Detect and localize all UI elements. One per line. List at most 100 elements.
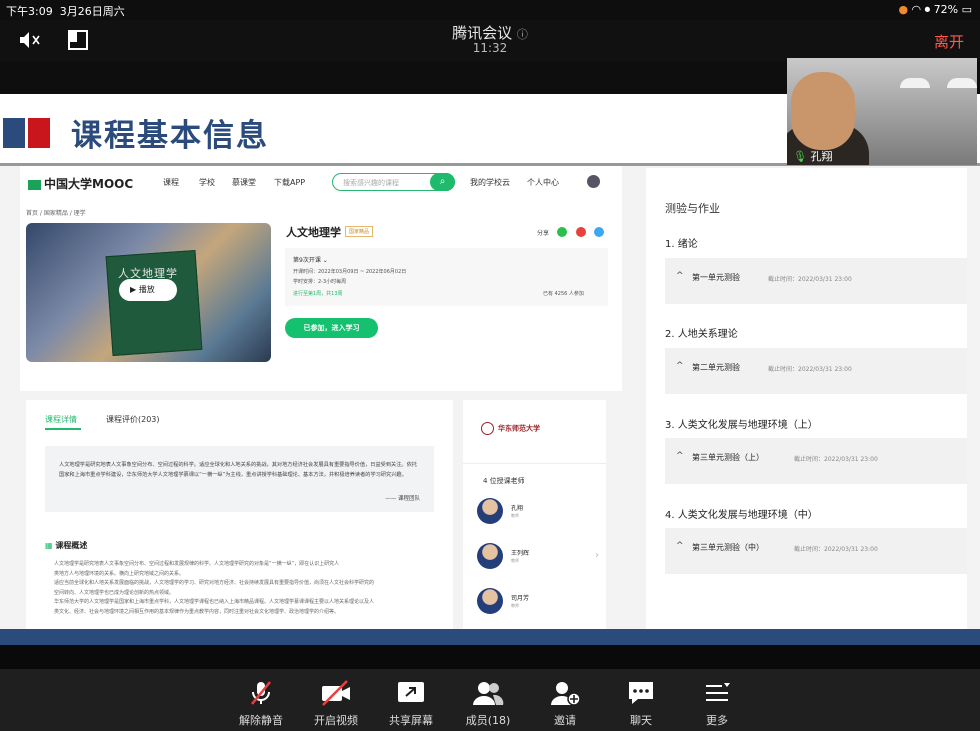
start-video-button[interactable]: 开启视频 xyxy=(306,679,366,728)
teacher-role: 教师 xyxy=(511,558,519,563)
tab-course-detail[interactable]: 课程详情 xyxy=(45,414,77,425)
chat-icon xyxy=(611,679,671,707)
teacher-name[interactable]: 司月芳 xyxy=(511,593,529,602)
participant-video[interactable]: 🎙 孔翔 xyxy=(787,58,977,165)
meeting-title[interactable]: 腾讯会议 ⓘ xyxy=(0,22,980,43)
play-button[interactable]: ▶ 播放 xyxy=(119,279,177,301)
course-title: 人文地理学 xyxy=(286,226,341,239)
chevron-up-icon[interactable]: ^ xyxy=(676,361,684,371)
quote-source: —— 课程团队 xyxy=(385,496,420,502)
session-selector[interactable]: 第9次开课 ⌄ xyxy=(293,255,328,264)
more-button[interactable]: 更多 xyxy=(687,679,747,728)
divider xyxy=(463,463,606,464)
mooc-logo-icon xyxy=(28,179,41,190)
quiz-name: 第二单元测验 xyxy=(692,363,740,372)
quiz-name: 第三单元测验（上） xyxy=(692,453,764,462)
quiz-panel: 测验与作业 1. 绪论 ^ 第一单元测验 截止时间：2022/03/31 23:… xyxy=(646,168,967,632)
qq-share-icon[interactable] xyxy=(594,227,604,237)
chapter-title: 3. 人类文化发展与地理环境（上） xyxy=(665,420,818,431)
breadcrumb[interactable]: 首页 / 国家精品 / 理学 xyxy=(26,208,86,217)
university-logo[interactable]: 华东师范大学 xyxy=(481,422,540,435)
weibo-share-icon[interactable] xyxy=(576,227,586,237)
chapter-title: 1. 绪论 xyxy=(665,239,698,250)
quiz-item[interactable]: ^ 第二单元测验 截止时间：2022/03/31 23:00 xyxy=(665,348,967,394)
overview-line: 类地方人与地理环境的关系。横向上研究地域之间的关系。 xyxy=(54,570,185,577)
chapter-title: 2. 人地关系理论 xyxy=(665,329,738,340)
slide-footer-band xyxy=(0,629,980,645)
share-screen-button[interactable]: 共享屏幕 xyxy=(381,679,441,728)
unmute-button[interactable]: 解除静音 xyxy=(231,679,291,728)
quiz-item[interactable]: ^ 第三单元测验（上） 截止时间：2022/03/31 23:00 xyxy=(665,438,967,484)
quiz-item[interactable]: ^ 第三单元测验（中） 截止时间：2022/03/31 23:00 xyxy=(665,528,967,574)
search-icon[interactable]: ⌕ xyxy=(430,173,455,191)
chevron-up-icon[interactable]: ^ xyxy=(676,451,684,461)
share-label: 分享 xyxy=(537,230,550,237)
quiz-deadline: 截止时间：2022/03/31 23:00 xyxy=(768,366,852,373)
quiz-heading: 测验与作业 xyxy=(665,202,720,215)
teacher-avatar[interactable] xyxy=(477,498,503,524)
chapter-title: 4. 人类文化发展与地理环境（中） xyxy=(665,510,818,521)
quiz-deadline: 截止时间：2022/03/31 23:00 xyxy=(794,456,878,463)
nav-download-app[interactable]: 下载APP xyxy=(274,177,305,188)
course-tag-badge: 国家精品 xyxy=(345,226,374,237)
grid-icon: ▦ xyxy=(45,541,53,550)
teacher-role: 教师 xyxy=(511,513,519,518)
overview-line: 适应当前全球化和人地关系发展面临的挑战，人文地理学的学习、研究对地方经济、社会持… xyxy=(54,580,375,586)
meeting-timer: 11:32 xyxy=(472,41,508,55)
slide-blue-square xyxy=(3,118,25,148)
user-avatar[interactable] xyxy=(587,175,600,188)
teacher-name[interactable]: 孔翔 xyxy=(511,503,523,512)
tab-course-reviews[interactable]: 课程评价(203) xyxy=(106,414,160,425)
chevron-up-icon[interactable]: ^ xyxy=(676,271,684,281)
teachers-heading: 4 位授课老师 xyxy=(483,477,525,485)
teachers-panel: 华东师范大学 4 位授课老师 孔翔 教师 王列辉 教师 › 司月芳 教师 xyxy=(463,400,606,632)
nav-personal-center[interactable]: 个人中心 xyxy=(527,177,559,188)
teacher-avatar[interactable] xyxy=(477,588,503,614)
course-info-box: 第9次开课 ⌄ 开课时间：2022年03月09日 ~ 2022年06月02日 学… xyxy=(285,248,608,306)
leave-button[interactable]: 离开 xyxy=(934,31,964,52)
course-detail-panel: 课程详情 课程评价(203) 人文地理学是研究地表人文事象空间分布、空间过程的科… xyxy=(26,400,453,632)
nav-mooc-class[interactable]: 慕课堂 xyxy=(232,177,256,188)
chevron-up-icon[interactable]: ^ xyxy=(676,541,684,551)
invite-icon xyxy=(535,679,595,707)
nav-schools[interactable]: 学校 xyxy=(199,177,215,188)
overview-line: 人文地理学是研究地表人文事象空间分布、空间过程和发展规律的科学。人文地理学研究的… xyxy=(54,561,340,567)
wechat-share-icon[interactable] xyxy=(557,227,567,237)
status-time-date: 下午3:09 3月26日周六 xyxy=(6,5,125,18)
camera-off-icon xyxy=(306,679,366,707)
invite-button[interactable]: 邀请 xyxy=(535,679,595,728)
course-progress: 进行至第1周，共13周 xyxy=(293,291,343,297)
quiz-item[interactable]: ^ 第一单元测验 截止时间：2022/03/31 23:00 xyxy=(665,258,967,304)
quiz-name: 第一单元测验 xyxy=(692,273,740,282)
teacher-name[interactable]: 王列辉 xyxy=(511,548,529,557)
mic-icon: 🎙 xyxy=(793,150,807,163)
overview-line: 类文化、经济、社会与地理环境之间相互作用的基本规律作为重点教学内容，同时注重对社… xyxy=(54,608,340,615)
slide-red-square xyxy=(28,118,50,148)
slide-title: 课程基本信息 xyxy=(71,118,269,154)
members-button[interactable]: 成员(18) xyxy=(458,679,518,728)
course-quote-text: 人文地理学是研究地表人文事象空间分布、空间过程的科学。适应全球化和人地关系的挑战… xyxy=(59,462,417,478)
course-dates: 开课时间：2022年03月09日 ~ 2022年06月02日 xyxy=(293,269,407,275)
ceiling-lamp xyxy=(900,78,930,88)
teacher-avatar[interactable] xyxy=(477,543,503,569)
ceiling-lamp xyxy=(947,78,977,88)
more-menu-icon xyxy=(687,679,747,707)
quiz-deadline: 截止时间：2022/03/31 23:00 xyxy=(768,276,852,283)
chevron-right-icon[interactable]: › xyxy=(595,550,599,561)
nav-courses[interactable]: 课程 xyxy=(163,177,179,188)
teacher-role: 教师 xyxy=(511,603,519,608)
status-battery: ● ◠ ⏺ 72% ▭ xyxy=(898,3,972,16)
course-quote-box: 人文地理学是研究地表人文事象空间分布、空间过程的科学。适应全球化和人地关系的挑战… xyxy=(45,446,434,512)
enter-study-button[interactable]: 已参加，进入学习 xyxy=(285,318,378,338)
quiz-name: 第三单元测验（中） xyxy=(692,543,764,552)
screen-bottom-edge xyxy=(0,645,980,669)
course-video-thumbnail[interactable]: 人文地理学 ▶ 播放 xyxy=(26,223,271,362)
chat-button[interactable]: 聊天 xyxy=(611,679,671,728)
mooc-logo[interactable]: 中国大学MOOC xyxy=(28,175,133,192)
nav-school-cloud[interactable]: 我的学校云 xyxy=(470,177,510,188)
course-hours: 学时安排：2-3小时每周 xyxy=(293,279,347,285)
status-bar: 下午3:09 3月26日周六 ● ◠ ⏺ 72% ▭ xyxy=(0,0,980,20)
mooc-nav: 中国大学MOOC 课程 学校 慕课堂 下载APP 搜索感兴趣的课程 ⌕ 我的学校… xyxy=(20,166,622,196)
members-icon xyxy=(458,679,518,707)
info-icon[interactable]: ⓘ xyxy=(517,28,528,41)
